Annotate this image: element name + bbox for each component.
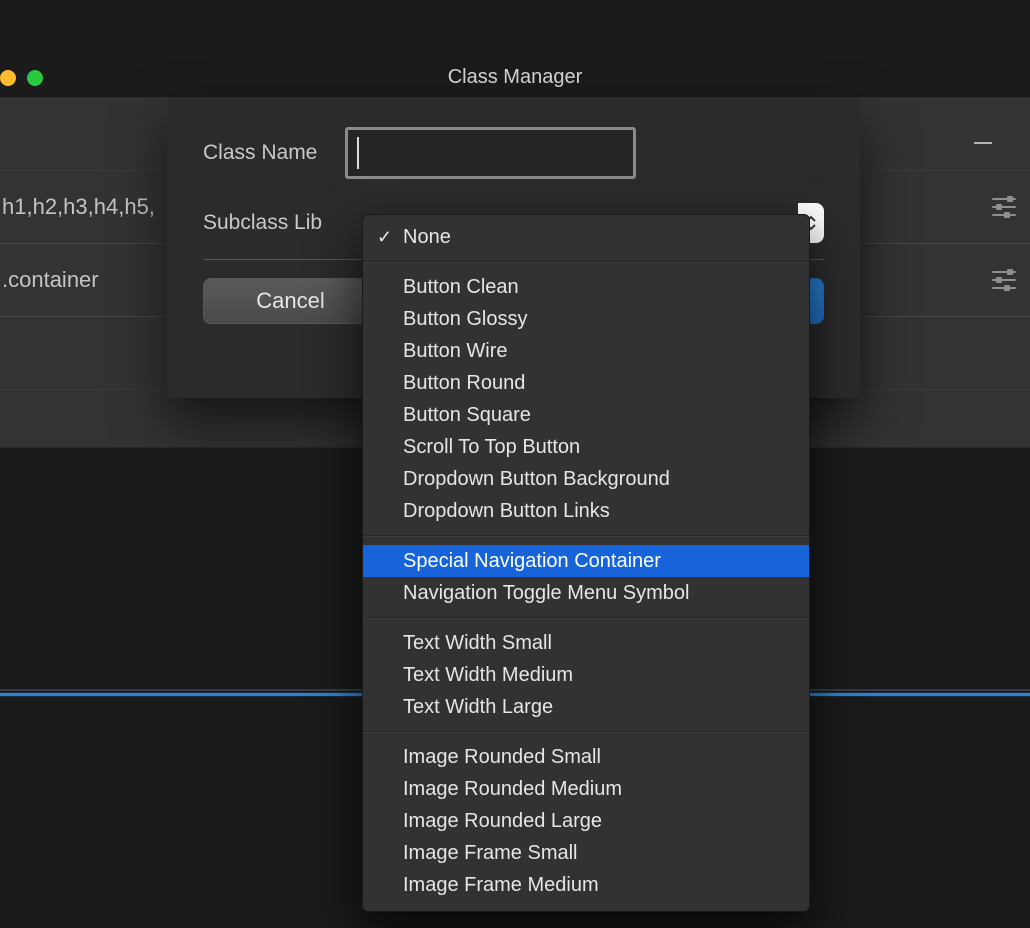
dropdown-item[interactable]: Button Wire <box>363 335 809 367</box>
text-caret <box>357 137 359 169</box>
collapse-icon[interactable] <box>974 142 992 144</box>
dropdown-item-label: Button Clean <box>403 276 519 299</box>
minimize-button[interactable] <box>0 70 16 86</box>
dropdown-item[interactable]: Scroll To Top Button <box>363 431 809 463</box>
dropdown-item[interactable]: Image Rounded Large <box>363 805 809 837</box>
dropdown-item[interactable]: Image Frame Small <box>363 837 809 869</box>
dropdown-item-label: None <box>403 226 451 249</box>
class-name-input-wrap <box>345 127 824 179</box>
class-name-label: Class Name <box>203 141 317 165</box>
dropdown-item-selected[interactable]: Special Navigation Container <box>363 545 809 577</box>
dropdown-separator <box>363 535 809 537</box>
dropdown-item-label: Navigation Toggle Menu Symbol <box>403 582 689 605</box>
class-row-label: h1,h2,h3,h4,h5, <box>0 194 155 220</box>
dropdown-item[interactable]: Button Square <box>363 399 809 431</box>
dropdown-item[interactable]: Text Width Medium <box>363 659 809 691</box>
dropdown-separator <box>363 261 809 263</box>
dropdown-item-label: Image Frame Medium <box>403 874 599 897</box>
dropdown-item-label: Image Frame Small <box>403 842 578 865</box>
window-title: Class Manager <box>448 66 583 89</box>
dropdown-item-label: Text Width Medium <box>403 664 573 687</box>
dropdown-item-none[interactable]: ✓ None <box>363 221 809 253</box>
class-name-input[interactable] <box>345 127 636 179</box>
dropdown-item[interactable]: Button Clean <box>363 271 809 303</box>
dropdown-item[interactable]: Button Round <box>363 367 809 399</box>
zoom-button[interactable] <box>27 70 43 86</box>
dropdown-item-label: Dropdown Button Background <box>403 468 670 491</box>
window-controls <box>0 70 43 86</box>
class-row-label: .container <box>0 267 99 293</box>
dropdown-item[interactable]: Dropdown Button Links <box>363 495 809 527</box>
subclass-lib-label: Subclass Lib <box>203 211 322 235</box>
dropdown-item[interactable]: Image Rounded Small <box>363 741 809 773</box>
titlebar: Class Manager <box>0 58 1030 98</box>
dropdown-item-label: Image Rounded Medium <box>403 778 622 801</box>
dropdown-item[interactable]: Text Width Large <box>363 691 809 723</box>
dropdown-item-label: Button Wire <box>403 340 507 363</box>
dropdown-item-label: Special Navigation Container <box>403 550 661 573</box>
dropdown-item[interactable]: Image Frame Medium <box>363 869 809 901</box>
dropdown-item[interactable]: Image Rounded Medium <box>363 773 809 805</box>
dropdown-item[interactable]: Dropdown Button Background <box>363 463 809 495</box>
cancel-button[interactable]: Cancel <box>203 278 378 324</box>
dropdown-item-label: Scroll To Top Button <box>403 436 580 459</box>
dropdown-item-label: Button Square <box>403 404 531 427</box>
dropdown-item-label: Image Rounded Large <box>403 810 602 833</box>
dropdown-separator <box>363 731 809 733</box>
dropdown-item-label: Dropdown Button Links <box>403 500 610 523</box>
dropdown-separator <box>363 617 809 619</box>
dropdown-item-label: Button Round <box>403 372 525 395</box>
dropdown-item[interactable]: Navigation Toggle Menu Symbol <box>363 577 809 609</box>
check-icon: ✓ <box>377 227 392 248</box>
subclass-lib-dropdown[interactable]: ✓ None Button Clean Button Glossy Button… <box>362 214 810 912</box>
settings-icon[interactable] <box>992 270 1016 290</box>
dropdown-item-label: Text Width Large <box>403 696 553 719</box>
dropdown-item[interactable]: Text Width Small <box>363 627 809 659</box>
class-name-row: Class Name <box>203 127 824 179</box>
dropdown-item-label: Text Width Small <box>403 632 552 655</box>
dropdown-item-label: Image Rounded Small <box>403 746 601 769</box>
dropdown-item[interactable]: Button Glossy <box>363 303 809 335</box>
top-spacer <box>0 0 1030 58</box>
dropdown-item-label: Button Glossy <box>403 308 528 331</box>
settings-icon[interactable] <box>992 197 1016 217</box>
